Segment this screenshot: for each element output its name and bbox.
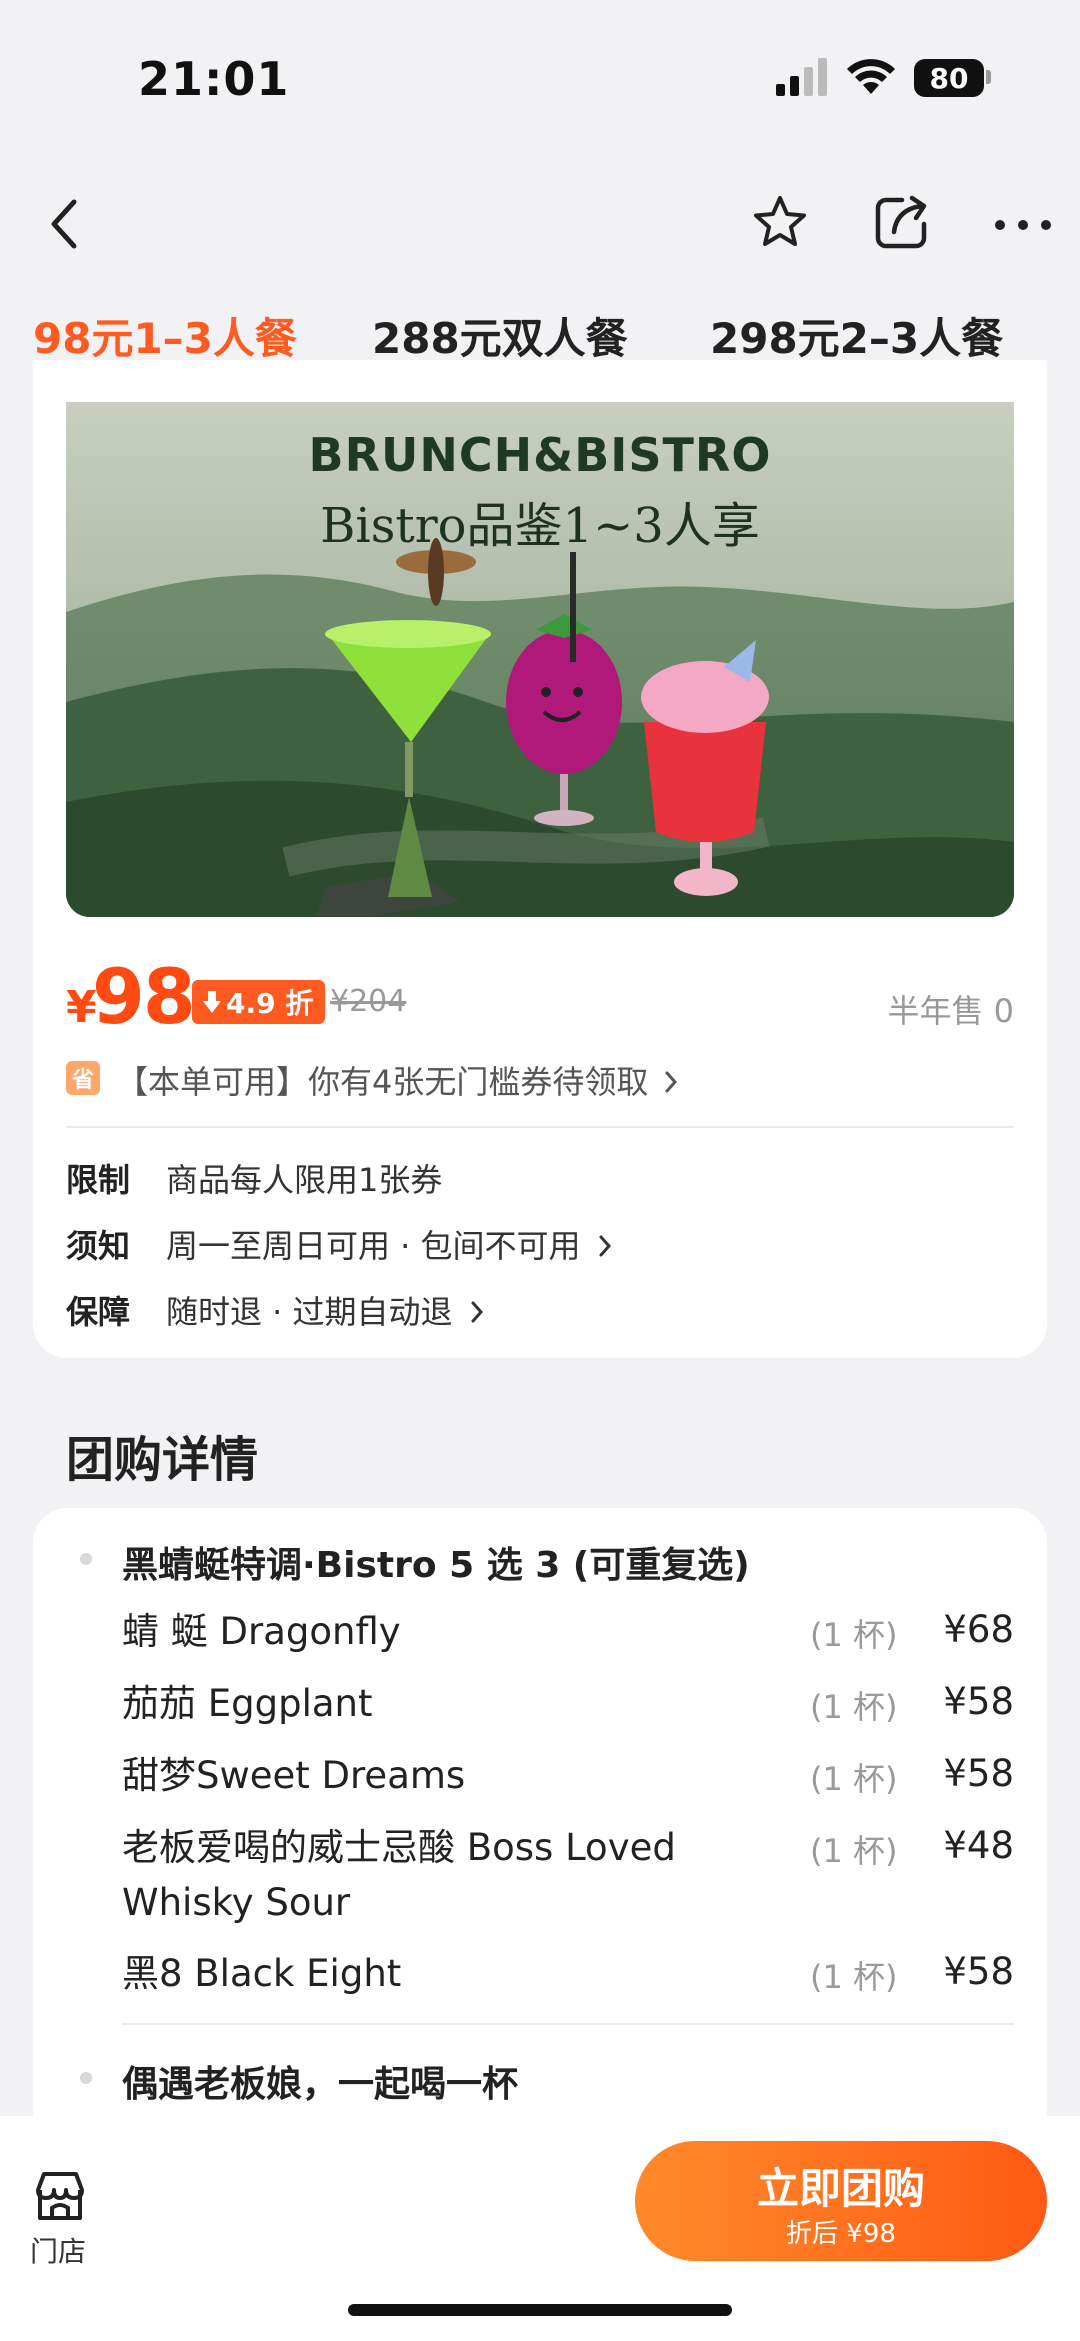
discount-badge: 4.9 折: [192, 980, 326, 1024]
share-icon[interactable]: [872, 192, 932, 252]
chevron-right-icon: [599, 1235, 611, 1257]
buy-now-subtext: 折后 ¥98: [786, 2219, 896, 2249]
menu-item-qty: (1 杯): [810, 1688, 898, 1726]
store-icon[interactable]: [32, 2168, 88, 2224]
info-label: 保障: [66, 1293, 131, 1331]
info-value-text: 随时退 · 过期自动退: [166, 1293, 453, 1331]
menu-item-price: ¥48: [943, 1824, 1014, 1867]
buy-now-label: 立即团购: [756, 2164, 925, 2213]
group-title: 偶遇老板娘，一起喝一杯: [122, 2064, 519, 2105]
menu-item-name: 茄茄 Eggplant: [122, 1682, 373, 1725]
coupon-row[interactable]: 省 【本单可用】你有4张无门槛券待领取: [66, 1057, 1014, 1103]
info-value: 周一至周日可用 · 包间不可用: [166, 1221, 613, 1267]
info-row-limit: 限制 商品每人限用1张券: [66, 1155, 1014, 1205]
price-row: ¥ 98 4.9 折 ¥204 半年售 0: [66, 952, 1014, 1041]
menu-item-price: ¥58: [943, 1950, 1014, 1993]
info-value: 商品每人限用1张券: [166, 1161, 443, 1199]
discount-text: 4.9 折: [226, 987, 314, 1020]
battery-tip: [986, 70, 991, 84]
menu-item-qty: (1 杯): [810, 1958, 898, 1996]
chevron-right-icon: [665, 1071, 677, 1093]
menu-item-price: ¥58: [943, 1752, 1014, 1795]
chevron-right-icon: [471, 1301, 483, 1323]
coupon-save-icon: 省: [66, 1061, 100, 1095]
status-time: 21:01: [138, 52, 290, 106]
menu-item-name: 黑8 Black Eight: [122, 1952, 402, 1995]
divider: [66, 1126, 1014, 1128]
info-value-text: 周一至周日可用 · 包间不可用: [166, 1227, 581, 1265]
divider: [122, 2023, 1014, 2025]
battery-indicator: 80: [914, 59, 984, 97]
wifi-icon: [847, 59, 895, 94]
menu-item-name: 蜻 蜓 Dragonfly: [122, 1610, 401, 1653]
group-title: 黑蜻蜓特调·Bistro 5 选 3 (可重复选): [122, 1545, 750, 1586]
bullet-dot: [80, 2072, 92, 2084]
product-image[interactable]: BRUNCH&BISTRO Bistro品鉴1~3人享: [66, 402, 1014, 917]
section-title: 团购详情: [66, 1432, 259, 1488]
price-value: 98: [92, 952, 196, 1041]
down-arrow-icon: [203, 991, 221, 1013]
status-bar: 21:01 80: [0, 0, 1080, 150]
hero-subtitle: Bistro品鉴1~3人享: [320, 498, 760, 554]
info-label: 须知: [66, 1227, 131, 1265]
menu-item-qty: (1 杯): [810, 1832, 898, 1870]
menu-item-qty: (1 杯): [810, 1760, 898, 1798]
info-label: 限制: [66, 1161, 131, 1199]
buy-now-button[interactable]: 立即团购 折后 ¥98: [635, 2141, 1047, 2261]
info-row-guarantee[interactable]: 保障 随时退 · 过期自动退: [66, 1287, 1014, 1337]
favorite-star-icon[interactable]: [750, 192, 810, 252]
tab-288-package[interactable]: 288元双人餐: [372, 305, 628, 366]
sales-count: 半年售 0: [887, 992, 1014, 1030]
menu-item-name: 甜梦Sweet Dreams: [122, 1754, 466, 1797]
menu-item-price: ¥68: [943, 1608, 1014, 1651]
menu-item-name: 老板爱喝的威士忌酸 Boss Loved Whisky Sour: [122, 1826, 676, 1924]
menu-item-price: ¥58: [943, 1680, 1014, 1723]
original-price: ¥204: [330, 984, 407, 1019]
back-icon[interactable]: [44, 196, 84, 252]
cellular-signal-icon: [776, 58, 827, 96]
coupon-text: 【本单可用】你有4张无门槛券待领取: [116, 1057, 679, 1103]
info-value: 随时退 · 过期自动退: [166, 1287, 485, 1333]
tab-98-package[interactable]: 98元1–3人餐: [33, 305, 297, 366]
store-label[interactable]: 门店: [30, 2230, 86, 2270]
more-icon[interactable]: [994, 210, 1052, 240]
info-row-notice[interactable]: 须知 周一至周日可用 · 包间不可用: [66, 1221, 1014, 1271]
bullet-dot: [80, 1553, 92, 1565]
coupon-label: 【本单可用】你有4张无门槛券待领取: [116, 1063, 649, 1101]
menu-item-qty: (1 杯): [810, 1616, 898, 1654]
tab-298-package[interactable]: 298元2–3人餐: [710, 305, 1003, 366]
hero-title: BRUNCH&BISTRO: [308, 428, 772, 482]
home-indicator: [348, 2304, 732, 2316]
